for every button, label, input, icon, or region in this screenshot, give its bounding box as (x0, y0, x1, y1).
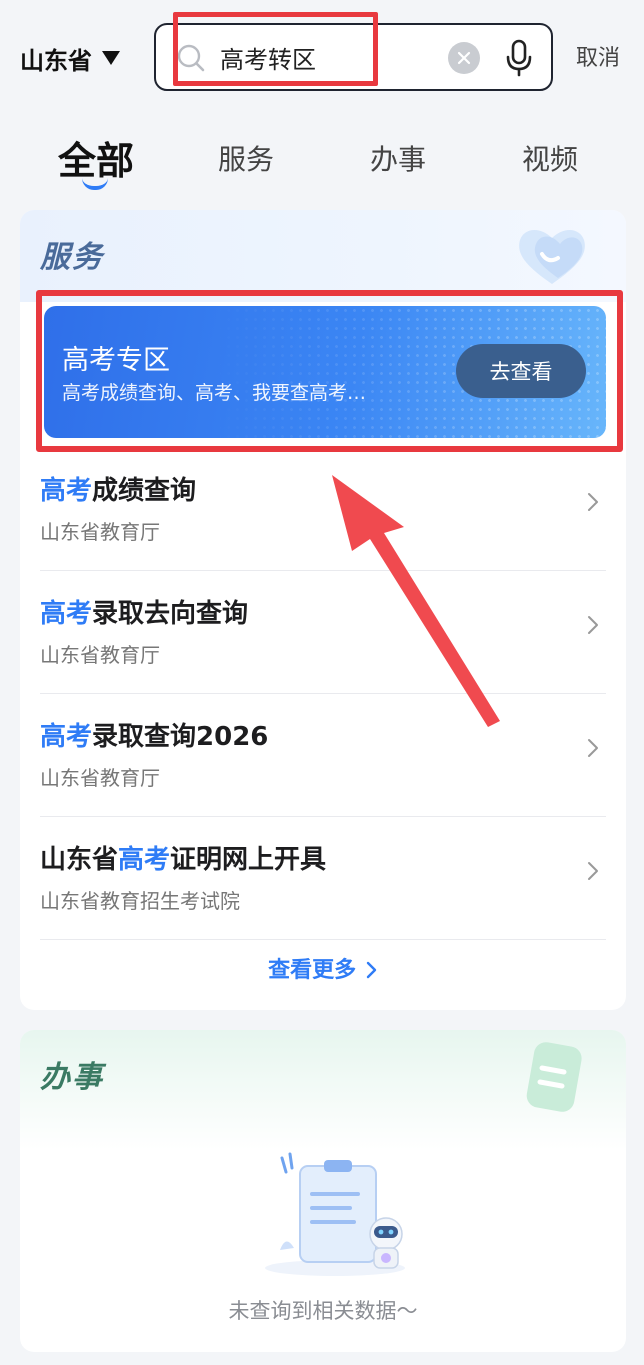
view-more-link[interactable]: 查看更多 (20, 952, 626, 984)
services-section-title: 服务 (40, 240, 104, 275)
banner-subtitle: 高考成绩查询、高考、我要查高考… (62, 382, 367, 404)
chevron-right-icon (588, 739, 598, 757)
tab-services[interactable]: 服务 (218, 138, 274, 178)
document-icon (526, 1042, 582, 1112)
service-provider: 山东省教育厅 (40, 643, 160, 667)
clear-icon[interactable] (448, 42, 480, 74)
list-item[interactable]: 山东省高考证明网上开具 山东省教育招生考试院 (40, 817, 606, 940)
list-item[interactable]: 高考成绩查询 山东省教育厅 (40, 448, 606, 571)
search-input[interactable] (220, 35, 440, 79)
service-title: 高考成绩查询 (40, 476, 197, 506)
region-label: 山东省 (20, 46, 92, 75)
service-title: 高考录取查询2026 (40, 722, 269, 752)
cancel-button[interactable]: 取消 (576, 40, 620, 72)
list-item[interactable]: 高考录取查询2026 山东省教育厅 (40, 694, 606, 817)
region-selector[interactable]: 山东省 (20, 38, 120, 78)
services-section: 服务 高考专区 高考成绩查询、高考、我要查高考… 去查看 高考成绩查询 山东省教… (20, 210, 626, 1010)
tab-videos[interactable]: 视频 (522, 138, 578, 178)
service-title: 山东省高考证明网上开具 (40, 845, 327, 875)
empty-state-text: 未查询到相关数据～ (228, 1299, 418, 1323)
tab-affairs[interactable]: 办事 (370, 138, 426, 178)
chevron-right-icon (588, 493, 598, 511)
service-provider: 山东省教育招生考试院 (40, 889, 240, 913)
chevron-right-icon (588, 862, 598, 880)
empty-state-illustration (265, 1152, 405, 1276)
chevron-right-icon (366, 961, 377, 979)
microphone-icon[interactable] (504, 38, 534, 78)
list-item[interactable]: 高考录取去向查询 山东省教育厅 (40, 571, 606, 694)
heart-icon (519, 229, 585, 284)
tab-all[interactable]: 全部 (58, 130, 134, 185)
view-button[interactable]: 去查看 (456, 344, 586, 398)
gaokao-zone-banner[interactable]: 高考专区 高考成绩查询、高考、我要查高考… 去查看 (44, 306, 606, 438)
affairs-section-title: 办事 (40, 1060, 104, 1095)
caret-down-icon (102, 51, 120, 65)
banner-title: 高考专区 (62, 345, 170, 376)
affairs-section: 办事 未查询到相关数据～ (20, 1030, 626, 1352)
search-icon (177, 44, 205, 72)
service-title: 高考录取去向查询 (40, 599, 249, 629)
service-provider: 山东省教育厅 (40, 766, 160, 790)
chevron-right-icon (588, 616, 598, 634)
tab-bar: 全部 服务 办事 视频 (0, 120, 644, 200)
active-tab-indicator (82, 178, 108, 190)
search-header: 山东省 取消 (0, 0, 644, 110)
service-provider: 山东省教育厅 (40, 520, 160, 544)
search-box[interactable] (154, 23, 553, 91)
